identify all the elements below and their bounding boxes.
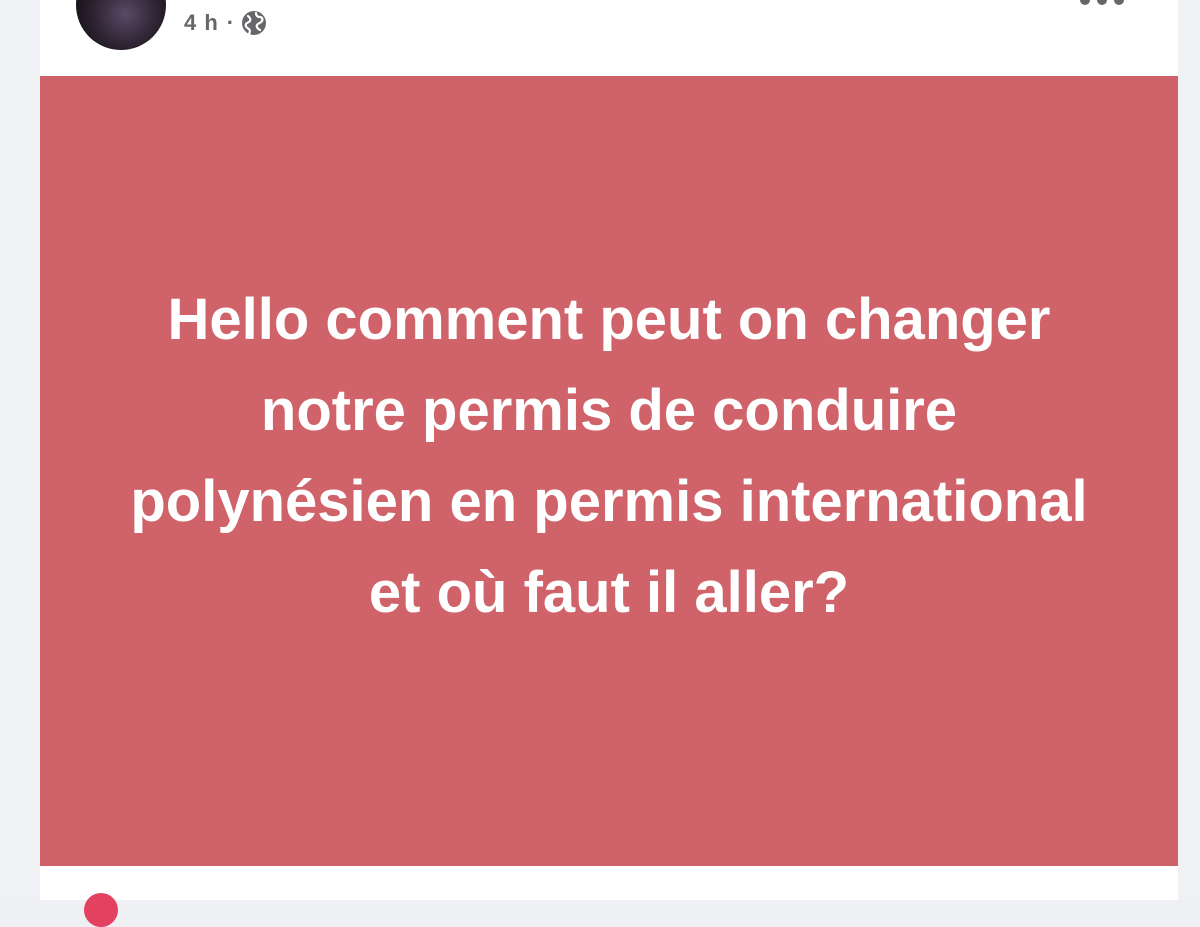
globe-icon[interactable] (241, 10, 267, 36)
post-colored-background[interactable]: Hello comment peut on changer notre perm… (40, 76, 1178, 866)
post-card: 4 h · Hello comment peut on changer notr… (40, 0, 1178, 927)
dot (1080, 0, 1090, 5)
reaction-icon[interactable] (84, 893, 118, 927)
page-background-left (0, 0, 40, 900)
post-text: Hello comment peut on changer notre perm… (130, 287, 1088, 625)
dot (1097, 0, 1107, 5)
avatar[interactable] (76, 0, 166, 50)
post-header: 4 h · (40, 0, 1178, 76)
more-options-icon[interactable] (1080, 0, 1124, 8)
post-timestamp[interactable]: 4 h (184, 10, 219, 36)
post-meta: 4 h · (184, 8, 267, 38)
meta-separator: · (226, 10, 236, 35)
dot (1114, 0, 1124, 5)
page-background-right (1178, 0, 1200, 900)
